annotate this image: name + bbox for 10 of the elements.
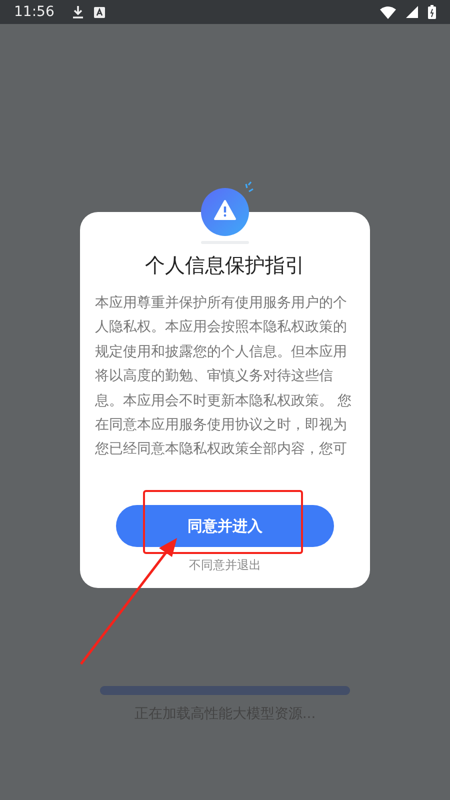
dialog-title: 个人信息保护指引 xyxy=(145,252,305,279)
battery-icon xyxy=(428,5,436,19)
clock-time: 11:56 xyxy=(14,4,54,20)
signal-icon xyxy=(406,6,418,18)
notification-icon xyxy=(94,6,106,18)
decline-link[interactable]: 不同意并退出 xyxy=(189,557,261,574)
accept-button[interactable]: 同意并进入 xyxy=(116,505,334,547)
privacy-text: 本应用尊重并保护所有使用服务用户的个人隐私权。本应用会按照本隐私权政策的规定使用和披露您的个人信息。但本应用将以高度的勤勉、审慎义务对待这些信息。本应用会不时更新本隐私权政策。 您在同意本应用服务使用协议之时，即视为您已经同意本隐私权政策全部内容，您可 xyxy=(95,294,352,460)
wifi-icon xyxy=(380,6,396,18)
download-icon xyxy=(72,5,84,19)
